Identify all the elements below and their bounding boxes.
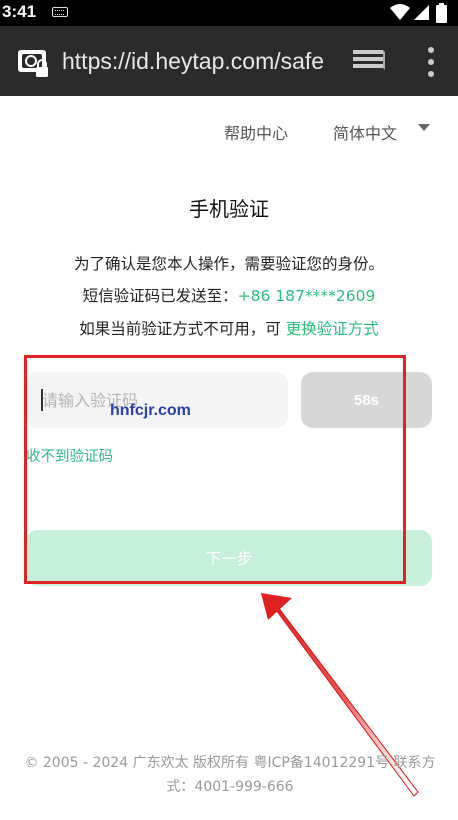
keyboard-icon (52, 7, 68, 17)
change-method-line: 如果当前验证方式不可用，可 更换验证方式 (0, 317, 458, 339)
page-title: 手机验证 (189, 197, 269, 221)
phone-number: +86 187****2609 (237, 287, 376, 305)
help-center-link[interactable]: 帮助中心 (224, 120, 288, 144)
sent-to-label: 短信验证码已发送至： (82, 287, 238, 305)
overflow-menu-icon[interactable] (426, 46, 436, 78)
status-bar: 3:41 (0, 0, 458, 26)
sent-to-line: 短信验证码已发送至：+86 187****2609 (0, 284, 458, 306)
url-field[interactable]: https://id.heytap.com/safe (62, 48, 326, 78)
change-method-link[interactable]: 更换验证方式 (286, 320, 379, 338)
signal-icon (414, 5, 429, 20)
footer-copyright: © 2005 - 2024 广东欢太 版权所有 粤ICP备14012291号 联… (24, 755, 436, 795)
resend-code-button[interactable]: 58s (301, 372, 432, 428)
status-time: 3:41 (2, 2, 37, 21)
browser-toolbar: https://id.heytap.com/safe (0, 26, 458, 96)
wifi-icon (390, 4, 410, 20)
next-step-button[interactable]: 下一步 (26, 530, 432, 586)
no-code-link[interactable]: 收不到验证码 (26, 445, 113, 466)
tabs-icon[interactable] (352, 48, 386, 74)
watermark: hnfcjr.com (110, 402, 191, 419)
text-cursor (41, 389, 43, 411)
site-lock-icon[interactable] (17, 49, 49, 79)
change-method-label: 如果当前验证方式不可用，可 (79, 320, 281, 338)
battery-icon (436, 3, 447, 23)
chevron-down-icon[interactable] (418, 124, 430, 131)
language-selector[interactable]: 简体中文 (333, 120, 397, 144)
verify-description: 为了确认是您本人操作，需要验证您的身份。 (73, 255, 384, 273)
top-links: 帮助中心 简体中文 (0, 118, 458, 144)
